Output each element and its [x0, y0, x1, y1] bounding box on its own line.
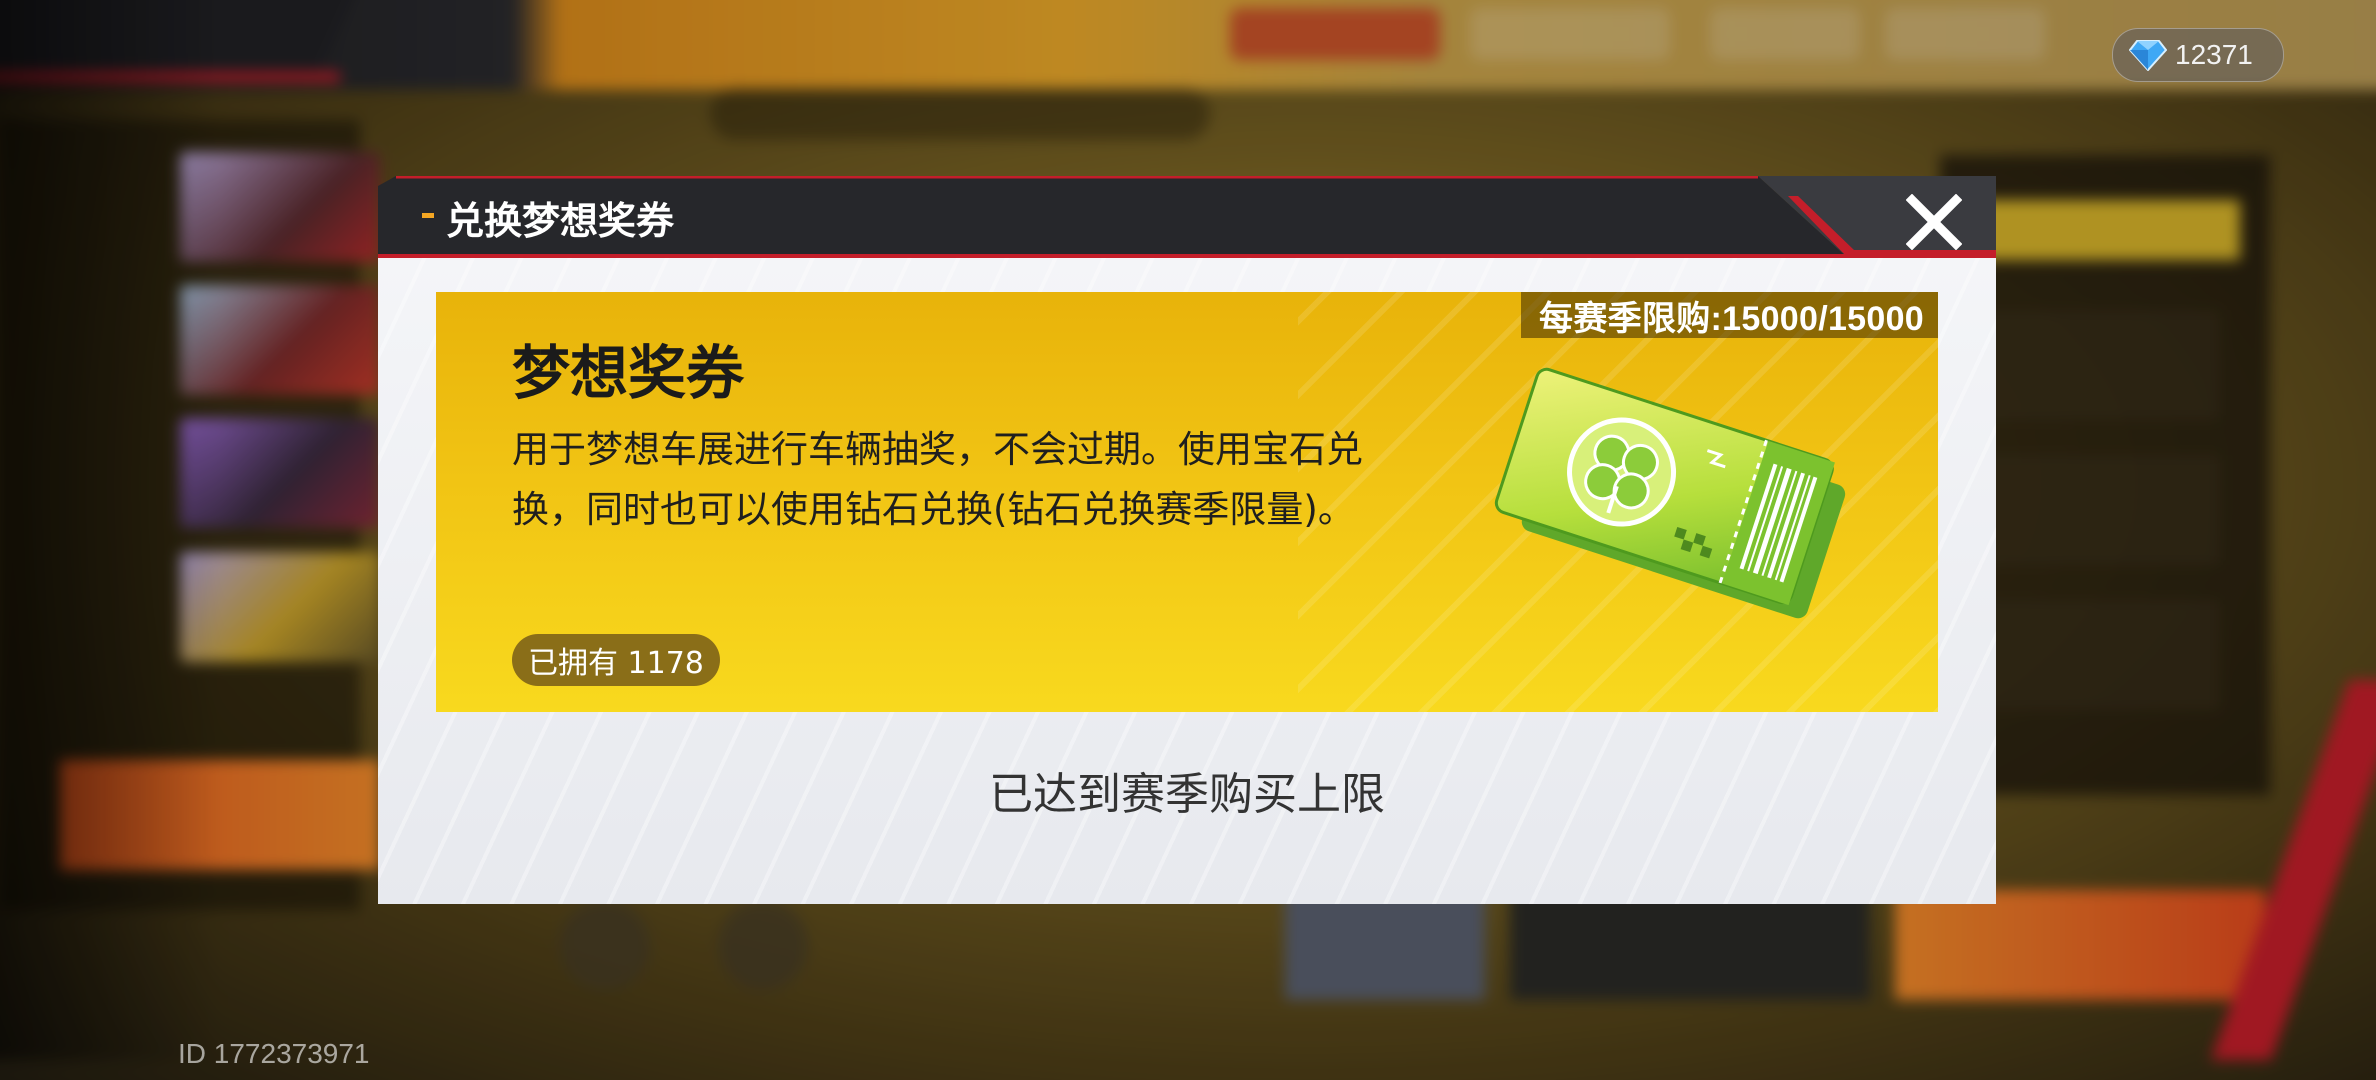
- season-limit-badge: 每赛季限购:15000/15000: [1521, 292, 1938, 338]
- item-description: 用于梦想车展进行车辆抽奖，不会过期。使用宝石兑换，同时也可以使用钻石兑换(钻石兑…: [512, 428, 1363, 531]
- close-button[interactable]: [1876, 182, 1996, 258]
- purchase-limit-status: 已达到赛季购买上限: [989, 769, 1385, 820]
- close-icon: [1906, 194, 1962, 250]
- dialog-body: 每赛季限购:15000/15000 梦想奖券 用于梦想车展进行车辆抽奖，不会过期…: [378, 258, 1996, 904]
- exchange-dialog: 兑换梦想奖券 每赛季限购:15000/15000 梦想奖券 用于梦想车展进行车辆…: [378, 176, 1996, 904]
- user-id-label: ID 1772373971: [178, 1038, 370, 1069]
- gem-count: 12371: [2175, 39, 2253, 70]
- season-limit-text: 每赛季限购:15000/15000: [1539, 299, 1924, 338]
- item-name: 梦想奖券: [512, 339, 745, 407]
- owned-count-pill: 已拥有 1178: [512, 634, 720, 686]
- gem-counter[interactable]: 12371: [2112, 28, 2284, 82]
- dialog-title: 兑换梦想奖券: [446, 199, 675, 243]
- diamond-icon: [2129, 40, 2167, 71]
- dialog-header: 兑换梦想奖券: [378, 176, 1996, 258]
- item-card: 每赛季限购:15000/15000 梦想奖券 用于梦想车展进行车辆抽奖，不会过期…: [436, 292, 1938, 712]
- title-accent-dash: [422, 213, 434, 218]
- owned-count: 已拥有 1178: [528, 646, 704, 681]
- lucky-clover-ticket-icon: [1494, 367, 1846, 619]
